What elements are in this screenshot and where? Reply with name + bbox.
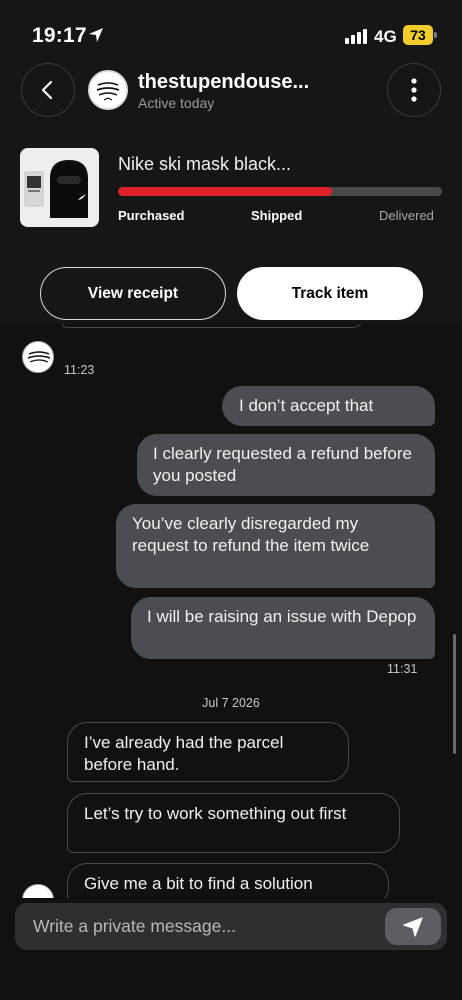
conversation-header: thestupendouse... Active today Nike ski … [0, 63, 462, 324]
send-button[interactable] [385, 908, 441, 945]
product-thumbnail[interactable] [20, 148, 99, 227]
incoming-message: Give me a bit to find a solution [67, 863, 389, 898]
cellular-signal-icon [345, 29, 367, 44]
message-thread[interactable]: 11:23 I don’t accept that I clearly requ… [0, 324, 462, 898]
stage-shipped: Shipped [251, 208, 303, 223]
back-button[interactable] [21, 63, 75, 117]
outgoing-message: I don’t accept that [222, 386, 435, 426]
clock: 19:17 [32, 24, 87, 47]
status-bar: 19:17 4G 73 [0, 0, 462, 64]
outgoing-message: You’ve clearly disregarded my request to… [116, 504, 435, 588]
order-progress-bar [118, 187, 442, 196]
location-arrow-icon [89, 28, 103, 42]
view-receipt-button[interactable]: View receipt [40, 267, 226, 320]
message-timestamp: 11:31 [387, 662, 418, 676]
seller-avatar[interactable] [88, 70, 128, 110]
message-composer [15, 903, 447, 950]
incoming-message: I’ve already had the parcel before hand. [67, 722, 349, 782]
product-title[interactable]: Nike ski mask black... [118, 154, 291, 175]
incoming-message: Let’s try to work something out first [67, 793, 400, 853]
more-options-button[interactable] [387, 63, 441, 117]
stage-delivered: Delivered [379, 208, 434, 223]
seller-username[interactable]: thestupendouse... [138, 71, 309, 94]
seller-mini-avatar [22, 341, 54, 373]
message-timestamp: 11:23 [64, 363, 95, 377]
seller-mini-avatar [22, 884, 54, 898]
chevron-left-icon [41, 80, 53, 100]
vertical-dots-icon [411, 78, 417, 102]
date-divider: Jul 7 2026 [202, 696, 260, 710]
outgoing-message: I clearly requested a refund before you … [137, 434, 435, 496]
ski-mask-image [20, 148, 99, 227]
stage-purchased: Purchased [118, 208, 185, 223]
order-progress-fill [118, 187, 332, 196]
shop-logo-icon [27, 351, 51, 363]
scrollbar[interactable] [453, 634, 456, 754]
send-arrow-icon [403, 916, 423, 937]
outgoing-message: I will be raising an issue with Depop [131, 597, 435, 659]
battery-indicator: 73 [403, 25, 437, 45]
presence-status: Active today [138, 95, 215, 111]
track-item-button[interactable]: Track item [237, 267, 423, 320]
message-input[interactable] [33, 903, 373, 950]
message-bubble-partial [62, 324, 368, 328]
network-type: 4G [374, 27, 397, 46]
shop-logo-icon [92, 74, 124, 106]
